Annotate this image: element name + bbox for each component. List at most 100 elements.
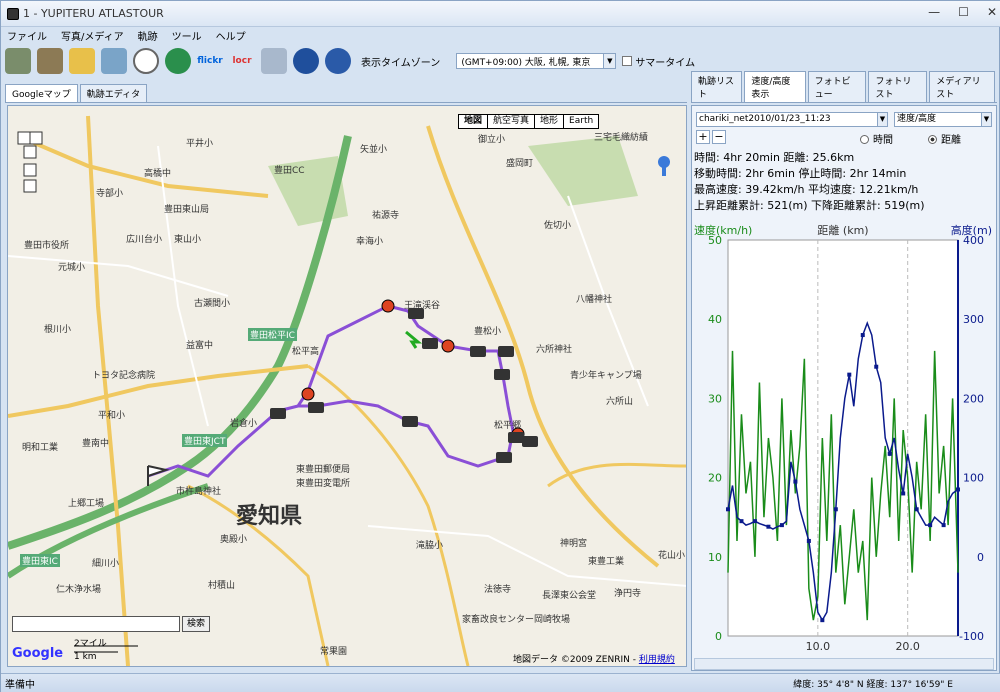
altitude-point [793,479,798,484]
google-earth-icon[interactable] [293,48,319,74]
gps-import-icon[interactable] [5,48,31,74]
map-label: 滝脇小 [416,541,444,551]
map-label: 松平高 [292,347,320,357]
timezone-label: 表示タイムゾーン [361,57,441,69]
stat-line: 上昇距離累計: 521(m) 下降距離累計: 519(m) [694,199,925,212]
window-title: 1 - YUPITERU ATLASTOUR [23,7,164,20]
flickr-icon[interactable]: flickr [197,48,223,74]
zoom-out-button[interactable]: − [712,130,726,144]
right-tick-label: 300 [963,313,984,326]
status-bar: 準備中 緯度: 35° 4'8" N 経度: 137° 16'59" E [1,673,1000,692]
radio-time[interactable]: 時間 [860,131,893,146]
menu-track[interactable]: 軌跡 [138,28,158,43]
map-label: 広川台小 [126,235,163,245]
globe-icon[interactable] [165,48,191,74]
map-label: 豊田東JCT [182,434,228,447]
map-label: 青少年キャンプ場 [570,371,642,381]
map-type-terrain[interactable]: 地形 [535,115,565,128]
map-label: 上郷工場 [68,499,105,509]
menu-file[interactable]: ファイル [7,28,47,43]
clock-icon[interactable] [133,48,159,74]
summer-time-checkbox[interactable] [622,56,633,66]
x-tick-label: 10.0 [806,640,831,653]
download-icon[interactable] [37,48,63,74]
left-tick-label: 10 [708,551,722,564]
prefecture-label: 愛知県 [236,503,303,529]
map-label: 六所山 [606,397,634,407]
left-tick-label: 30 [708,392,722,405]
map-label: 常果園 [320,647,348,657]
chevron-down-icon: ▼ [877,113,887,126]
map-label: 浄円寺 [614,589,642,599]
stat-line: 移動時間: 2hr 6min 停止時間: 2hr 14min [694,167,907,180]
altitude-point [914,507,919,512]
kmz-icon[interactable] [325,48,351,74]
map-label: 長澤東公会堂 [542,591,597,601]
right-tick-label: 0 [977,551,984,564]
map-type-map[interactable]: 地図 [459,115,489,128]
tab-photo-list[interactable]: フォトリスト [868,71,928,102]
map-label: 細川小 [92,559,120,569]
x-axis-label: 距離 (km) [817,223,868,237]
map-type-satellite[interactable]: 航空写真 [488,115,536,128]
scale-miles: 2マイル [74,639,107,649]
mode-select[interactable]: 速度/高度 ▼ [894,112,992,127]
google-map[interactable]: 豊田CC 矢並小 盛岡町 祐源寺 幸海小 佐切小 豊田東山局 広川台小 東山小 … [7,105,687,667]
zoom-in-button[interactable]: + [696,130,710,144]
map-search-button[interactable]: 検索 [182,616,210,632]
radio-distance[interactable]: 距離 [928,131,961,146]
altitude-point [928,523,933,528]
right-axis-label: 高度(m) [951,223,992,237]
locr-icon[interactable]: locr [229,48,255,74]
terms-link[interactable]: 利用規約 [639,655,675,665]
open-folder-icon[interactable] [69,48,95,74]
map-label: 岩倉小 [230,419,258,429]
close-icon[interactable]: ✕ [987,5,997,19]
altitude-point [956,487,960,492]
chevron-down-icon: ▼ [981,113,991,126]
track-select[interactable]: chariki_net2010/01/23_11:23 ▼ [696,112,888,127]
altitude-point [860,333,865,338]
map-label: 平和小 [98,411,126,421]
map-label: 花山小 [658,551,686,561]
map-label: 豊田市役所 [24,241,70,251]
map-label: 三宅毛織紡績 [594,133,649,143]
title-bar: 1 - YUPITERU ATLASTOUR — ☐ ✕ [1,1,1000,27]
minimize-icon[interactable]: — [928,5,940,19]
menu-help[interactable]: ヘルプ [216,28,246,43]
map-label: 祐源寺 [372,211,400,221]
map-label: 東山小 [174,235,202,245]
timezone-select[interactable]: (GMT+09:00) 大阪, 札幌, 東京 ▼ [456,53,617,69]
tab-track-editor[interactable]: 軌跡エディタ [79,84,148,102]
tab-speed-altitude[interactable]: 速度/高度表示 [744,71,806,102]
tab-photo-view[interactable]: フォトビュー [807,71,867,102]
map-label: 益富中 [186,341,214,351]
map-search-input[interactable] [12,616,180,632]
map-label: 王滝渓谷 [404,301,441,311]
map-label: 矢並小 [360,145,388,155]
tab-google-map[interactable]: Googleマップ [5,84,78,102]
tab-track-list[interactable]: 軌跡リスト [691,71,743,102]
x-tick-label: 20.0 [895,640,920,653]
left-tick-label: 40 [708,313,722,326]
map-label: 古瀬間小 [194,299,231,309]
left-tick-label: 0 [715,630,722,643]
altitude-point [752,519,757,524]
map-label: 奥殿小 [220,535,248,545]
horizontal-scrollbar[interactable] [694,658,994,670]
map-label: 村積山 [208,581,236,591]
altitude-point [901,491,906,496]
photos-icon[interactable] [101,48,127,74]
export-icon[interactable] [261,48,287,74]
map-label: 東豊工業 [588,557,625,567]
maximize-icon[interactable]: ☐ [958,5,969,19]
menu-tools[interactable]: ツール [172,28,202,43]
tab-media-list[interactable]: メディアリスト [929,71,995,102]
map-type-earth[interactable]: Earth [564,115,599,128]
map-type-selector: 地図 航空写真 地形 Earth [458,114,600,129]
menu-bar: ファイル 写真/メディア 軌跡 ツール ヘルプ [1,27,1000,43]
menu-photo-media[interactable]: 写真/メディア [61,28,124,43]
map-label: 明和工業 [22,443,59,453]
scale-km: 1 km [74,652,97,662]
map-label: 六所神社 [536,345,573,355]
